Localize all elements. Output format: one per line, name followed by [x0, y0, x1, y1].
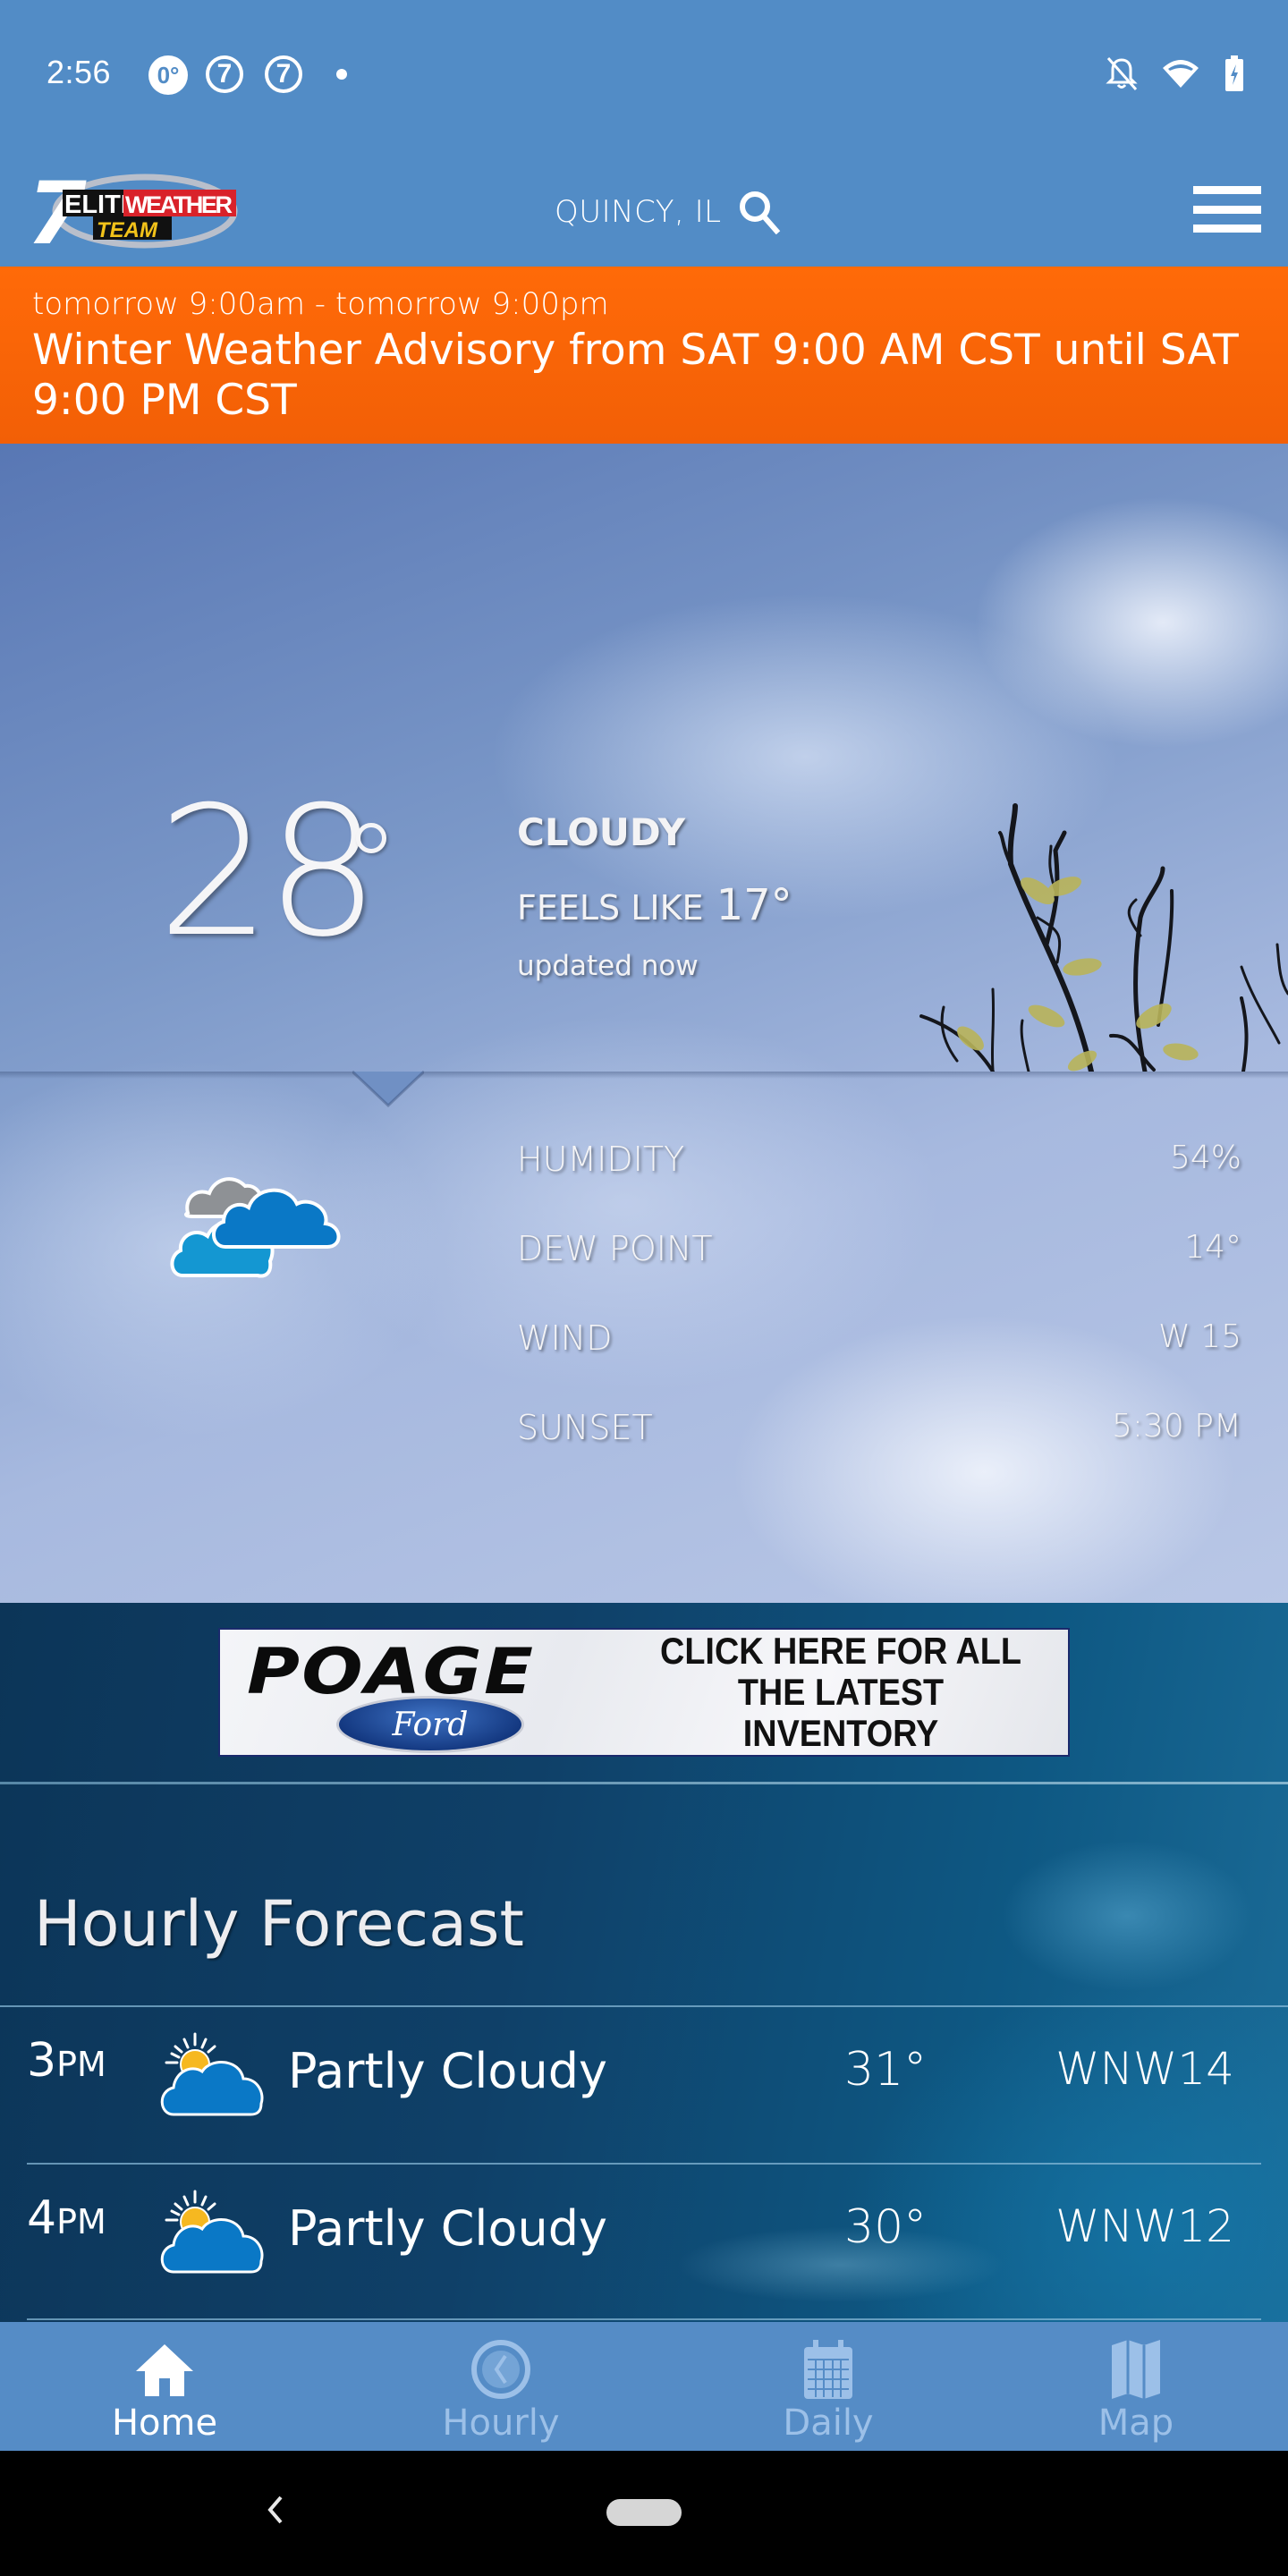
- detail-label: DEW POINT: [517, 1229, 713, 1268]
- channel-7-glyph: 7: [216, 59, 233, 89]
- detail-value: 5:30 PM: [1111, 1408, 1241, 1445]
- menu-line: [1193, 186, 1261, 194]
- section-divider: [0, 1782, 1288, 1784]
- degree-symbol: [356, 823, 386, 853]
- bell-off-icon: [1106, 57, 1138, 90]
- battery-charging-icon: [1225, 55, 1243, 91]
- tab-label: Home: [111, 2402, 218, 2444]
- detail-value: 14°: [1184, 1229, 1241, 1266]
- ad-brand-area: POAGE Ford: [220, 1630, 614, 1755]
- wifi-icon: [1163, 60, 1199, 88]
- app-header: 7 ELITE WEATHER TEAM QUINCY, IL: [0, 152, 1288, 267]
- status-time: 2:56: [47, 54, 112, 90]
- hour: 4: [27, 2191, 57, 2245]
- map-icon: [1100, 2340, 1172, 2399]
- partly-cloudy-icon: [160, 2190, 264, 2274]
- tree-branches-decoration: [919, 803, 1288, 1072]
- advertisement-banner[interactable]: POAGE Ford CLICK HERE FOR ALL THE LATEST…: [218, 1628, 1070, 1757]
- detail-row-wind: WIND W 15: [517, 1318, 1241, 1408]
- clock-icon: [465, 2340, 537, 2399]
- tab-label: Map: [1097, 2402, 1174, 2444]
- tab-home[interactable]: Home: [111, 2322, 218, 2451]
- weather-alert-banner[interactable]: tomorrow 9:00am - tomorrow 9:00pm Winter…: [0, 267, 1288, 444]
- current-temperature: 28: [157, 768, 379, 977]
- status-bar: 2:56 0° 7 7: [0, 0, 1288, 152]
- logo-weather: WEATHER: [125, 191, 233, 218]
- hourly-wind: WNW14: [1055, 2043, 1234, 2095]
- hour: 3: [27, 2034, 57, 2088]
- hourly-time: 4PM: [27, 2191, 106, 2245]
- current-summary: 28 CLOUDY FEELS LIKE 17° updated now: [0, 444, 1288, 1072]
- current-details-list: HUMIDITY 54% DEW POINT 14° WIND W 15 SUN…: [517, 1140, 1241, 1497]
- detail-row-dew-point: DEW POINT 14°: [517, 1229, 1241, 1318]
- hamburger-menu-icon[interactable]: [1193, 186, 1261, 233]
- tab-daily[interactable]: Daily: [775, 2322, 882, 2451]
- detail-value: 54%: [1169, 1140, 1241, 1176]
- ad-call-to-action: CLICK HERE FOR ALL THE LATEST INVENTORY: [636, 1631, 1045, 1754]
- current-conditions-panel: 28 CLOUDY FEELS LIKE 17° updated now HUM…: [0, 444, 1288, 1603]
- ford-logo: Ford: [336, 1696, 524, 1753]
- current-condition: CLOUDY: [517, 810, 686, 854]
- feels-like-label: FEELS LIKE: [517, 888, 704, 928]
- ad-cta-line2: THE LATEST INVENTORY: [737, 1671, 945, 1754]
- hourly-condition: Partly Cloudy: [288, 2043, 607, 2099]
- row-divider: [27, 2318, 1261, 2320]
- location-search-button[interactable]: QUINCY, IL: [555, 190, 781, 234]
- search-icon: [739, 191, 780, 234]
- detail-label: SUNSET: [517, 1408, 653, 1447]
- alert-time-range: tomorrow 9:00am - tomorrow 9:00pm: [32, 286, 609, 322]
- detail-row-sunset: SUNSET 5:30 PM: [517, 1408, 1241, 1497]
- bottom-navigation: Home Hourly Daily Map: [0, 2322, 1288, 2451]
- weather-app-notification-icon: 0°: [148, 55, 188, 95]
- location-label: QUINCY, IL: [555, 194, 722, 230]
- ford-logo-text: Ford: [392, 1706, 469, 1743]
- hourly-row[interactable]: 4PM Partly Cloudy 30° WNW12: [0, 2165, 1288, 2320]
- channel-7-notification-icon: 7: [265, 55, 302, 93]
- detail-label: HUMIDITY: [517, 1140, 685, 1179]
- tab-label: Hourly: [442, 2402, 560, 2444]
- hourly-temperature: 30°: [844, 2200, 928, 2254]
- detail-row-humidity: HUMIDITY 54%: [517, 1140, 1241, 1229]
- detail-value: W 15: [1158, 1318, 1241, 1355]
- ampm: PM: [56, 2202, 106, 2241]
- back-icon[interactable]: [265, 2494, 286, 2526]
- tab-label: Daily: [783, 2402, 874, 2444]
- tab-hourly[interactable]: Hourly: [438, 2322, 564, 2451]
- hourly-condition: Partly Cloudy: [288, 2200, 607, 2257]
- cloudy-icon: [170, 1177, 341, 1278]
- feels-like-value: 17°: [716, 880, 792, 930]
- menu-line: [1193, 225, 1261, 233]
- system-navigation-bar: [0, 2451, 1288, 2576]
- forecast-section: POAGE Ford CLICK HERE FOR ALL THE LATEST…: [0, 1603, 1288, 2322]
- calendar-icon: [792, 2340, 864, 2399]
- ampm: PM: [56, 2045, 106, 2084]
- section-divider: [0, 1072, 1288, 1079]
- ad-cta-line1: CLICK HERE FOR ALL: [660, 1630, 1021, 1672]
- home-gesture-pill[interactable]: [606, 2499, 682, 2526]
- menu-line: [1193, 205, 1261, 214]
- detail-label: WIND: [517, 1318, 613, 1358]
- updated-timestamp: updated now: [517, 950, 699, 982]
- hourly-row[interactable]: 3PM Partly Cloudy 31° WNW14: [0, 2007, 1288, 2163]
- elite-weather-team-logo[interactable]: 7 ELITE WEATHER TEAM: [20, 170, 243, 252]
- tab-map[interactable]: Map: [1082, 2322, 1190, 2451]
- pointer-notch: [352, 1070, 424, 1107]
- feels-like: FEELS LIKE 17°: [517, 880, 792, 930]
- hourly-forecast-title: Hourly Forecast: [34, 1887, 524, 1961]
- weather-app-glyph: 0°: [157, 61, 180, 89]
- hourly-temperature: 31°: [844, 2043, 928, 2097]
- more-notifications-dot-icon: [336, 69, 347, 80]
- home-icon: [129, 2340, 200, 2399]
- hourly-wind: WNW12: [1055, 2200, 1234, 2252]
- partly-cloudy-icon: [160, 2032, 264, 2116]
- channel-7-glyph: 7: [275, 59, 292, 89]
- hourly-time: 3PM: [27, 2034, 106, 2088]
- ad-brand-name: POAGE: [247, 1635, 536, 1708]
- logo-team: TEAM: [97, 218, 158, 242]
- channel-7-notification-icon: 7: [206, 55, 243, 93]
- alert-title: Winter Weather Advisory from SAT 9:00 AM…: [32, 326, 1239, 425]
